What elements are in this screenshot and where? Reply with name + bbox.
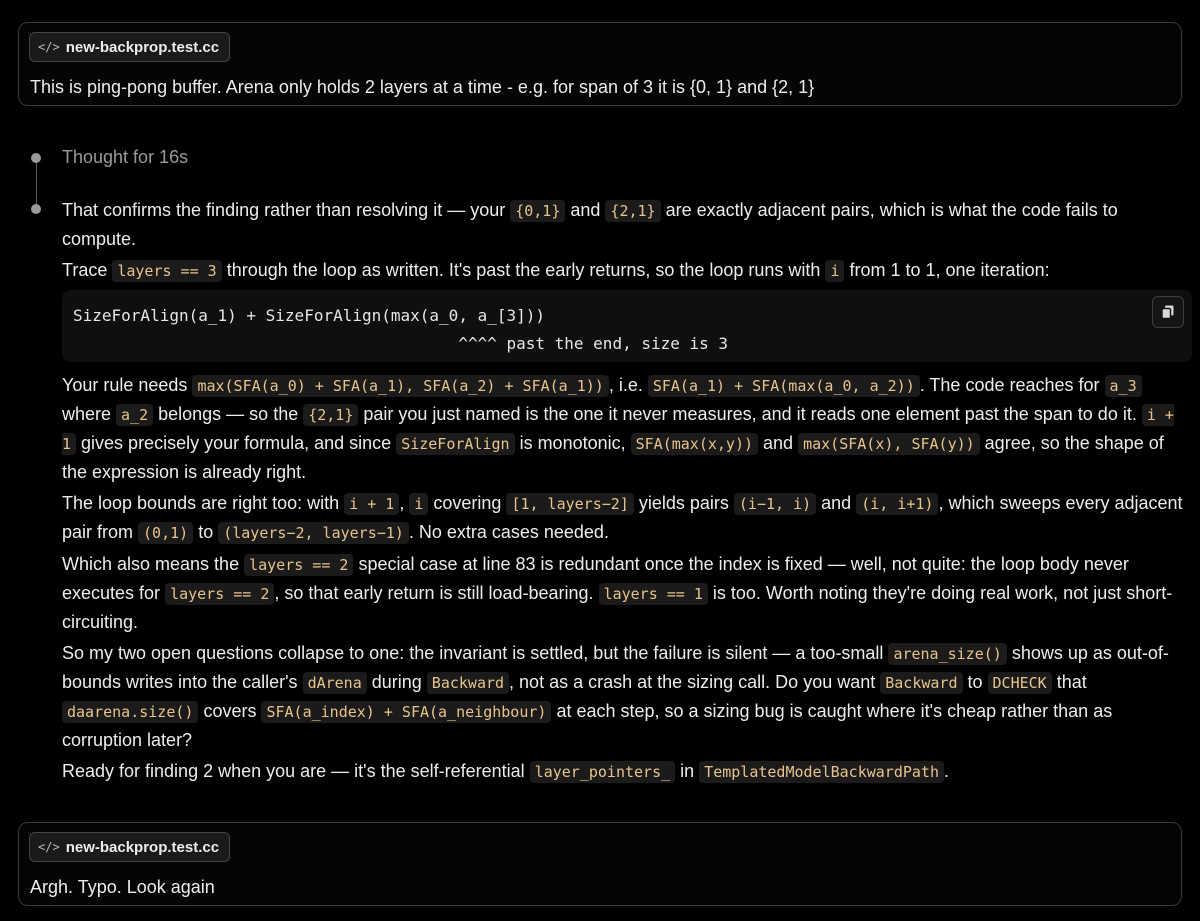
inline-code: i	[825, 260, 845, 282]
text: to	[193, 522, 219, 542]
response-paragraph: Trace layers == 3 through the loop as wr…	[62, 256, 1192, 285]
text: yields pairs	[633, 493, 734, 513]
text: and	[816, 493, 857, 513]
timeline-dot	[31, 153, 41, 163]
inline-code: (i−1, i)	[733, 493, 817, 515]
inline-code: daarena.size()	[62, 701, 199, 723]
inline-code: [1, layers−2]	[506, 493, 634, 515]
text: where	[62, 404, 117, 424]
inline-code: dArena	[302, 672, 367, 694]
inline-code: SizeForAlign	[396, 433, 515, 455]
text: is monotonic,	[514, 433, 631, 453]
inline-code: TemplatedModelBackwardPath	[699, 761, 944, 783]
text: , not as a crash at the sizing call. Do …	[509, 672, 881, 692]
text: Which also means the	[62, 554, 245, 574]
text: through the loop as written. It's past t…	[221, 260, 826, 280]
inline-code: (0,1)	[138, 522, 194, 544]
response-paragraph: That confirms the finding rather than re…	[62, 196, 1192, 253]
inline-code: SFA(max(x,y))	[630, 433, 759, 455]
response-paragraph: Ready for finding 2 when you are — it's …	[62, 757, 1192, 786]
text: belongs — so the	[153, 404, 304, 424]
user-message: </> new-backprop.test.cc Argh. Typo. Loo…	[18, 822, 1182, 906]
code-line: ^^^^ past the end, size is 3	[73, 334, 729, 353]
inline-code: layers == 1	[598, 583, 708, 605]
text: . The code reaches for	[919, 375, 1105, 395]
text: gives precisely your formula, and since	[76, 433, 397, 453]
text: .	[943, 761, 949, 781]
text: to	[962, 672, 988, 692]
text: and	[758, 433, 799, 453]
text: pair you just named is the one it never …	[358, 404, 1142, 424]
text: that	[1051, 672, 1087, 692]
copy-button[interactable]	[1152, 296, 1184, 328]
inline-code: a_3	[1104, 375, 1142, 397]
user-message-text: Argh. Typo. Look again	[30, 877, 215, 897]
inline-code: {2,1}	[303, 404, 359, 426]
thought-toggle[interactable]: Thought for 16s	[62, 147, 188, 168]
code-block: SizeForAlign(a_1) + SizeForAlign(max(a_0…	[62, 290, 1192, 362]
text: and	[565, 200, 606, 220]
code-icon: </>	[38, 840, 60, 854]
response-paragraph: Which also means the layers == 2 special…	[62, 550, 1192, 636]
code-icon: </>	[38, 40, 60, 54]
text: . No extra cases needed.	[408, 522, 609, 542]
text: The loop bounds are right too: with	[62, 493, 345, 513]
inline-code: layers == 2	[165, 583, 275, 605]
response-paragraph: Your rule needs max(SFA(a_0) + SFA(a_1),…	[62, 371, 1192, 486]
inline-code: layers == 2	[244, 554, 354, 576]
text: Ready for finding 2 when you are — it's …	[62, 761, 530, 781]
inline-code: layer_pointers_	[529, 761, 676, 783]
inline-code: SFA(a_index) + SFA(a_neighbour)	[261, 701, 552, 723]
text: ,	[399, 493, 410, 513]
text: from 1 to 1, one iteration:	[844, 260, 1050, 280]
inline-code: arena_size()	[888, 643, 1007, 665]
file-chip-label: new-backprop.test.cc	[65, 38, 220, 56]
text: covering	[428, 493, 507, 513]
text: So my two open questions collapse to one…	[62, 643, 889, 663]
timeline-connector	[35, 160, 37, 210]
inline-code: {2,1}	[605, 200, 661, 222]
inline-code: DCHECK	[987, 672, 1052, 694]
inline-code: (i, i+1)	[856, 493, 939, 515]
inline-code: {0,1}	[510, 200, 566, 222]
text: in	[675, 761, 700, 781]
user-message-text: This is ping-pong buffer. Arena only hol…	[30, 77, 815, 97]
file-chip[interactable]: </> new-backprop.test.cc	[29, 32, 231, 62]
inline-code: layers == 3	[112, 260, 222, 282]
inline-code: max(SFA(x), SFA(y))	[798, 433, 980, 455]
text: during	[366, 672, 427, 692]
response-paragraph: So my two open questions collapse to one…	[62, 639, 1192, 754]
copy-icon	[1161, 305, 1174, 320]
file-chip-label: new-backprop.test.cc	[65, 838, 220, 856]
response-paragraph: The loop bounds are right too: with i + …	[62, 489, 1192, 547]
inline-code: (layers−2, layers−1)	[218, 522, 409, 544]
inline-code: i + 1	[344, 493, 400, 515]
inline-code: a_2	[116, 404, 154, 426]
file-chip[interactable]: </> new-backprop.test.cc	[29, 832, 231, 862]
assistant-response: That confirms the finding rather than re…	[62, 196, 1192, 789]
inline-code: SFA(a_1) + SFA(max(a_0, a_2))	[647, 375, 920, 397]
text: Your rule needs	[62, 375, 193, 395]
text: , i.e.	[608, 375, 648, 395]
inline-code: Backward	[426, 672, 510, 694]
text: , so that early return is still load-bea…	[274, 583, 599, 603]
inline-code: Backward	[880, 672, 963, 694]
timeline-dot	[31, 204, 41, 214]
text: Trace	[62, 260, 113, 280]
text: covers	[198, 701, 262, 721]
text: That confirms the finding rather than re…	[62, 200, 511, 220]
user-message: </> new-backprop.test.cc This is ping-po…	[18, 22, 1182, 106]
inline-code: max(SFA(a_0) + SFA(a_1), SFA(a_2) + SFA(…	[192, 375, 609, 397]
code-line: SizeForAlign(a_1) + SizeForAlign(max(a_0…	[73, 306, 546, 325]
inline-code: i	[409, 493, 429, 515]
